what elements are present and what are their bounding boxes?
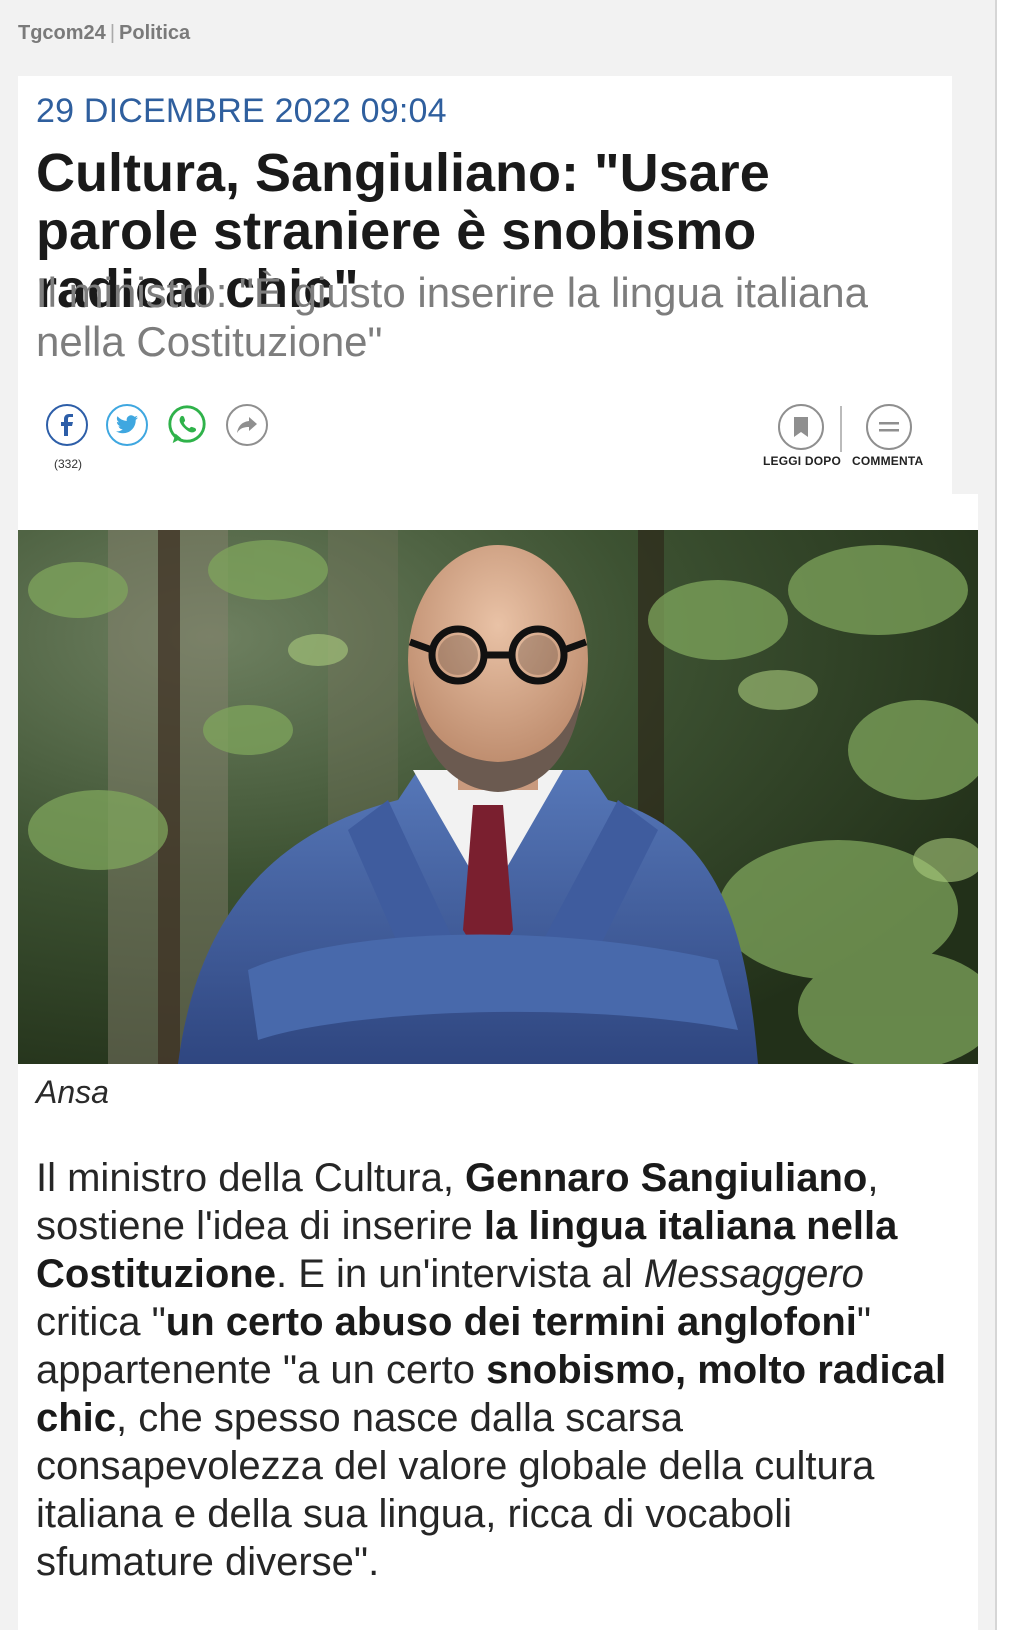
- share-arrow-icon: [237, 417, 257, 433]
- article-subtitle: Il ministro: "È giusto inserire la lingu…: [36, 269, 868, 365]
- article-text: Il ministro della Cultura, Gennaro Sangi…: [36, 1154, 956, 1586]
- article-date: 29 DICEMBRE 2022 09:04: [36, 92, 447, 130]
- article-text-segment: critica ": [36, 1300, 166, 1344]
- read-later-label[interactable]: LEGGI DOPO: [763, 454, 841, 468]
- article-photo[interactable]: [18, 530, 978, 1064]
- facebook-share-button[interactable]: [46, 404, 88, 446]
- article-text-italic: Messaggero: [643, 1252, 864, 1296]
- twitter-icon: [116, 415, 138, 434]
- article-text-segment: Il ministro della Cultura,: [36, 1156, 466, 1200]
- breadcrumb-site[interactable]: Tgcom24: [18, 22, 106, 44]
- comment-icon: [879, 422, 899, 432]
- facebook-icon: [61, 414, 73, 436]
- breadcrumb: Tgcom24 | Politica: [18, 22, 190, 45]
- action-divider: [840, 406, 842, 452]
- article-header: 29 DICEMBRE 2022 09:04 Cultura, Sangiuli…: [18, 76, 952, 494]
- whatsapp-share-button[interactable]: [166, 404, 208, 446]
- bookmark-icon: [794, 417, 808, 437]
- breadcrumb-separator: |: [109, 22, 116, 44]
- comment-button[interactable]: [866, 404, 912, 450]
- breadcrumb-section[interactable]: Politica: [119, 22, 190, 44]
- article-body-card: Ansa Il ministro della Cultura, Gennaro …: [18, 494, 978, 1630]
- article-photo-illustration: [18, 530, 978, 1064]
- article-text-segment: , che spesso nasce dalla scarsa consapev…: [36, 1396, 875, 1584]
- article-text-bold: Gennaro Sangiuliano: [465, 1156, 868, 1200]
- more-share-button[interactable]: [226, 404, 268, 446]
- photo-credit: Ansa: [36, 1074, 109, 1110]
- comment-label[interactable]: COMMENTA: [852, 454, 923, 468]
- article-text-bold: un certo abuso dei termini anglofoni: [165, 1300, 857, 1344]
- facebook-share-count: (332): [54, 457, 83, 471]
- read-later-button[interactable]: [778, 404, 824, 450]
- article-text-segment: . E in un'intervista al: [275, 1252, 644, 1296]
- scrollbar-track[interactable]: [995, 0, 1025, 1630]
- whatsapp-icon: [168, 405, 206, 444]
- twitter-share-button[interactable]: [106, 404, 148, 446]
